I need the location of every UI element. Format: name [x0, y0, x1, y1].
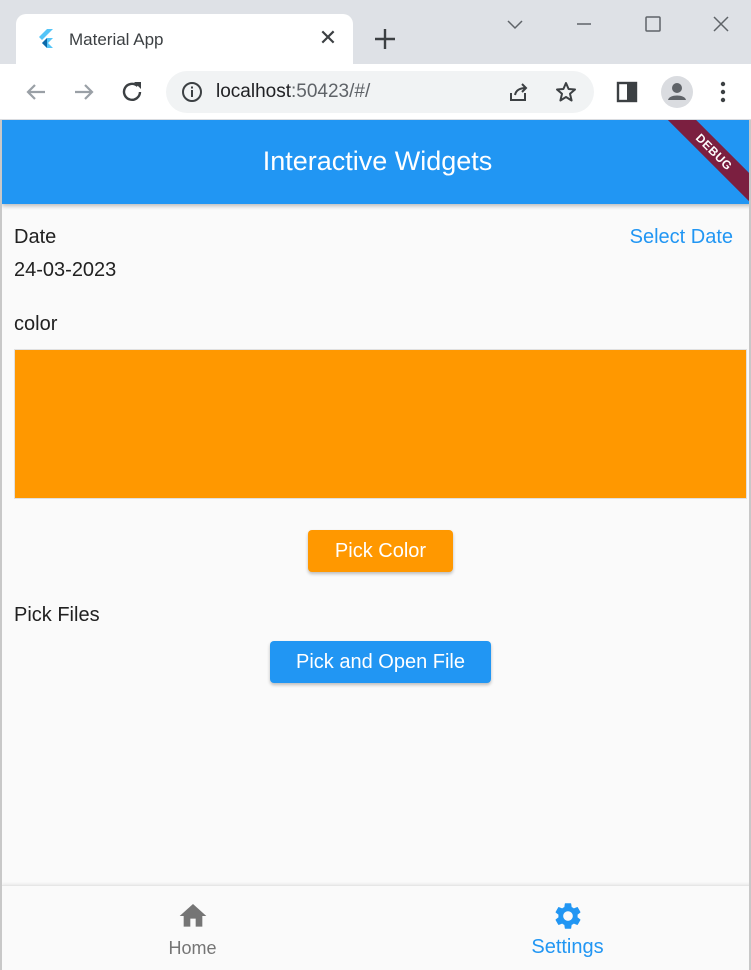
address-bar[interactable]: localhost:50423/#/	[166, 71, 594, 113]
url-text[interactable]: localhost:50423/#/	[216, 81, 370, 103]
new-tab-icon[interactable]	[372, 26, 398, 52]
nav-item-home[interactable]: Home	[5, 886, 380, 970]
pick-color-button[interactable]: Pick Color	[308, 530, 453, 572]
back-arrow-icon[interactable]	[22, 78, 50, 106]
more-menu-icon[interactable]	[709, 78, 737, 106]
share-icon[interactable]	[507, 80, 531, 104]
nav-label-settings: Settings	[531, 936, 604, 958]
maximize-icon[interactable]	[641, 12, 665, 36]
home-icon	[179, 904, 206, 927]
app-viewport: Interactive Widgets DEBUG Date Select Da…	[0, 120, 751, 970]
pick-files-label: Pick Files	[14, 604, 100, 626]
gear-icon	[555, 903, 580, 929]
bottom-navigation-bar: Home Settings	[2, 885, 749, 970]
close-window-icon[interactable]	[709, 12, 733, 36]
color-swatch	[14, 349, 747, 499]
forward-arrow-icon[interactable]	[70, 78, 98, 106]
url-path: :50423/#/	[291, 81, 371, 102]
tab-search-icon[interactable]	[503, 12, 527, 36]
app-bar: Interactive Widgets	[2, 120, 749, 204]
profile-avatar-icon[interactable]	[660, 75, 694, 109]
browser-tab[interactable]: Material App ✕	[16, 14, 353, 64]
tab-close-icon[interactable]: ✕	[315, 25, 341, 51]
browser-toolbar: localhost:50423/#/	[0, 64, 751, 120]
nav-label-home: Home	[168, 938, 217, 958]
date-label: Date	[14, 226, 57, 248]
tab-title: Material App	[69, 30, 164, 49]
pick-and-open-file-button[interactable]: Pick and Open File	[270, 641, 491, 683]
date-value: 24-03-2023	[14, 259, 117, 281]
minimize-icon[interactable]	[572, 12, 596, 36]
url-host: localhost	[216, 81, 291, 102]
select-date-button[interactable]: Select Date	[630, 226, 733, 249]
reload-icon[interactable]	[118, 78, 146, 106]
site-info-icon[interactable]	[180, 80, 204, 104]
side-panel-icon[interactable]	[613, 78, 641, 106]
page-title: Interactive Widgets	[262, 146, 493, 176]
nav-item-settings[interactable]: Settings	[380, 886, 749, 970]
color-label: color	[14, 313, 58, 335]
browser-titlebar: Material App ✕	[0, 0, 751, 64]
bookmark-star-icon[interactable]	[554, 80, 578, 104]
flutter-logo-icon	[39, 29, 53, 48]
